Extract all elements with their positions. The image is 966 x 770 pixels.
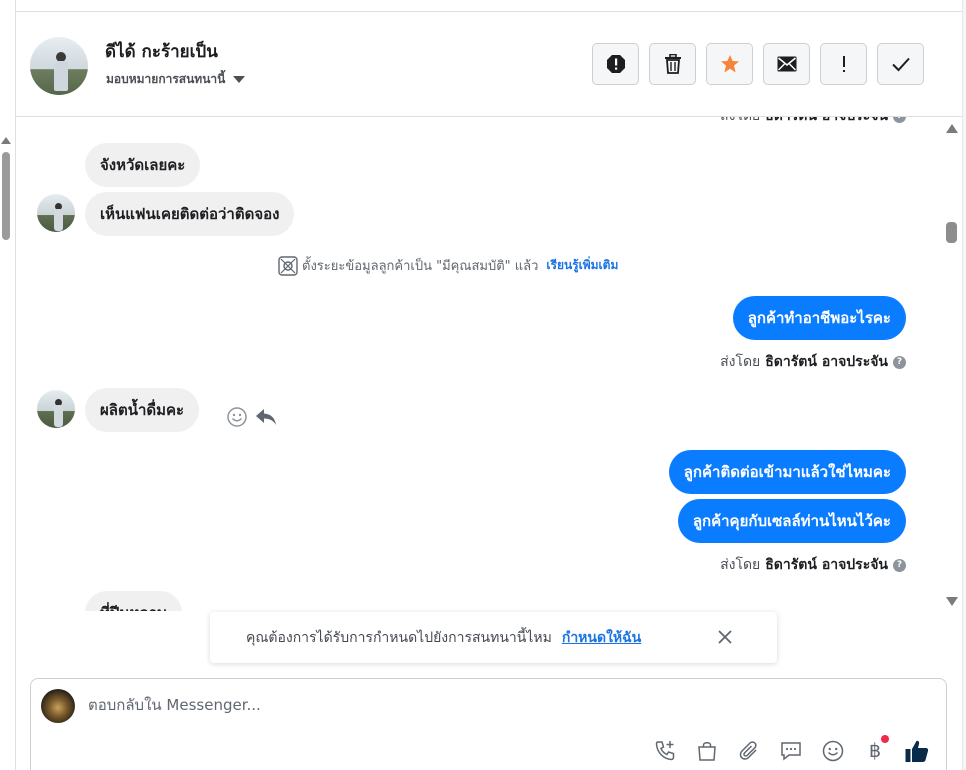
shopping-bag-icon xyxy=(698,742,716,761)
sent-by-label: ส่งโดย ธิดารัตน์ อาจประจัน ? xyxy=(720,351,906,373)
envelope-icon xyxy=(777,56,796,72)
payment-button[interactable]: ฿ xyxy=(861,735,889,765)
mark-done-button[interactable] xyxy=(877,43,924,85)
learn-more-link[interactable]: เรียนรู้เพิ่มเติม xyxy=(546,256,618,275)
help-icon[interactable]: ? xyxy=(893,117,906,123)
saved-replies-button[interactable] xyxy=(777,737,805,765)
scrollbar-thumb[interactable] xyxy=(946,222,957,243)
paperclip-icon xyxy=(739,741,757,760)
message-actions xyxy=(226,406,278,428)
chat-bubble-icon xyxy=(781,742,801,761)
sent-by-label-clipped: ส่งโดย ธิดารัตน์ อาจประจัน ? xyxy=(720,117,906,127)
conversation-header: ดีได้ กะร้ายเป็น มอบหมายการสนทนานี้ xyxy=(16,12,962,117)
help-icon[interactable]: ? xyxy=(893,558,906,572)
notification-dot xyxy=(881,735,889,743)
help-icon[interactable]: ? xyxy=(893,355,906,369)
delete-button[interactable] xyxy=(649,43,696,85)
right-panel-edge xyxy=(962,0,966,770)
react-emoji-icon[interactable] xyxy=(226,406,248,428)
assign-suggestion-toast: คุณต้องการได้รับการกำหนดไปยังการสนทนานี้… xyxy=(210,612,777,663)
left-scrollbar-thumb[interactable] xyxy=(2,152,10,240)
baht-icon: ฿ xyxy=(868,740,882,762)
contact-avatar[interactable] xyxy=(30,37,88,95)
shopping-bag-button[interactable] xyxy=(693,737,721,765)
toast-text: คุณต้องการได้รับการกำหนดไปยังการสนทนานี้… xyxy=(246,629,552,646)
message-bubble-incoming[interactable]: จังหวัดเลยคะ xyxy=(85,143,201,187)
scroll-up-arrow[interactable] xyxy=(946,124,958,133)
page-avatar xyxy=(41,689,75,723)
checkmark-icon xyxy=(891,57,910,72)
mark-unread-button[interactable] xyxy=(763,43,810,85)
spam-alert-button[interactable] xyxy=(592,43,639,85)
message-bubble-incoming[interactable]: เห็นแฟนเคยติดต่อว่าติดจอง xyxy=(85,192,295,236)
contact-avatar-small[interactable] xyxy=(37,390,75,428)
alert-octagon-icon xyxy=(606,55,625,73)
message-bubble-outgoing[interactable]: ลูกค้าทำอาชีพอะไรคะ xyxy=(732,296,906,340)
lead-status-icon xyxy=(278,255,298,276)
assign-conversation-dropdown[interactable]: มอบหมายการสนทนานี้ xyxy=(106,70,246,89)
sent-by-label: ส่งโดย ธิดารัตน์ อาจประจัน ? xyxy=(720,554,906,576)
star-button[interactable] xyxy=(706,43,753,85)
assign-to-me-link[interactable]: กำหนดให้ฉัน xyxy=(562,627,641,649)
left-panel-edge xyxy=(0,0,16,770)
reply-composer: ฿ xyxy=(30,678,947,770)
phone-add-icon xyxy=(655,741,675,761)
message-bubble-outgoing[interactable]: ลูกค้าคุยกับเซลล์ท่านไหนไว้คะ xyxy=(677,499,906,543)
left-scroll-up-arrow[interactable] xyxy=(1,137,11,144)
message-bubble-incoming[interactable]: ที่ปีนหลาบ xyxy=(85,591,182,611)
attach-button[interactable] xyxy=(735,737,763,765)
message-thread[interactable]: ส่งโดย ธิดารัตน์ อาจประจัน ? จังหวัดเลยค… xyxy=(16,117,946,611)
thumbs-up-icon xyxy=(905,740,929,762)
trash-icon xyxy=(664,54,681,74)
system-note: ตั้งระยะข้อมูลลูกค้าเป็น "มีคุณสมบัติ" แ… xyxy=(278,255,618,276)
message-bubble-incoming[interactable]: ผลิตน้ำดื่มคะ xyxy=(85,388,200,432)
like-button[interactable] xyxy=(903,737,931,765)
star-icon xyxy=(720,55,739,73)
composer-toolbar: ฿ xyxy=(651,735,931,765)
assign-label: มอบหมายการสนทนานี้ xyxy=(106,72,226,86)
caret-down-icon xyxy=(233,76,246,83)
message-bubble-outgoing[interactable]: ลูกค้าติดต่อเข้ามาแล้วใช่ไหมคะ xyxy=(668,450,906,494)
phone-add-button[interactable] xyxy=(651,737,679,765)
reply-input[interactable] xyxy=(88,696,888,714)
reply-icon[interactable] xyxy=(254,406,278,428)
exclamation-icon xyxy=(842,56,845,72)
system-note-text: ตั้งระยะข้อมูลลูกค้าเป็น "มีคุณสมบัติ" แ… xyxy=(302,259,539,274)
emoji-icon xyxy=(822,740,844,762)
follow-up-button[interactable] xyxy=(820,43,867,85)
contact-avatar-small[interactable] xyxy=(37,194,75,232)
contact-name[interactable]: ดีได้ กะร้ายเป็น xyxy=(105,38,218,65)
close-icon[interactable] xyxy=(715,627,735,647)
emoji-button[interactable] xyxy=(819,737,847,765)
scroll-down-arrow[interactable] xyxy=(946,597,958,606)
